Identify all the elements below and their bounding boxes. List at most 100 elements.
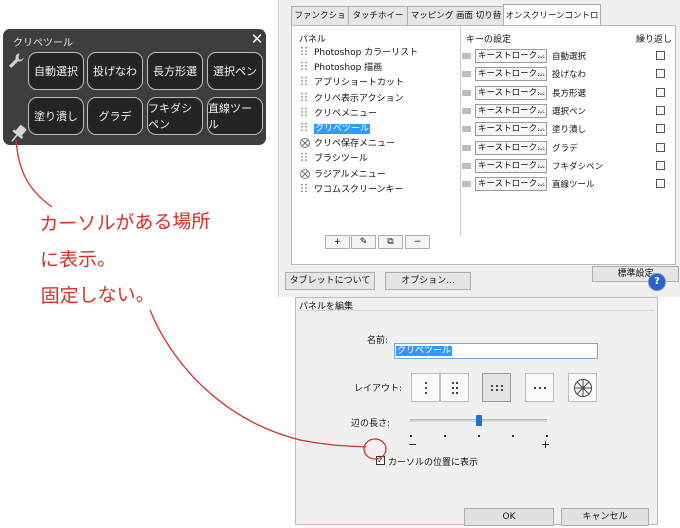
layout-1-column-button[interactable] xyxy=(411,373,440,402)
keystroke-dropdown[interactable]: キーストローク... ⌵ xyxy=(475,122,547,137)
cancel-button[interactable]: キャンセル xyxy=(561,508,649,526)
chevron-down-icon: ⌵ xyxy=(537,105,544,115)
layout-row-icon xyxy=(533,386,546,389)
dots-grid-icon xyxy=(300,182,309,193)
options-button[interactable]: オプション... xyxy=(385,272,471,290)
duplicate-panel-button[interactable]: ⧉ xyxy=(378,235,403,249)
tab-mapping-screen[interactable]: マッピング 画面 切り替え xyxy=(407,6,505,39)
pin-icon[interactable] xyxy=(6,122,30,146)
drag-handle-icon[interactable] xyxy=(462,107,471,114)
panel-list-item[interactable]: ワコムスクリーンキー xyxy=(300,182,404,197)
keystroke-dropdown-value: キーストローク... xyxy=(478,179,546,190)
panel-list-item[interactable]: Photoshop 描画 xyxy=(300,61,382,75)
panel-list-item-label: Photoshop カラーリスト xyxy=(314,48,419,58)
edit-panel-button[interactable]: ✎ xyxy=(351,235,376,249)
chevron-down-icon: ⌵ xyxy=(537,124,544,134)
palette-button-select-pen[interactable]: 選択ペン xyxy=(207,52,263,90)
repeat-checkbox[interactable] xyxy=(656,69,665,79)
chevron-down-icon: ⌵ xyxy=(537,69,544,79)
panel-list-item[interactable]: クリペ表示アクション xyxy=(300,91,404,106)
tab-onscreen-controls[interactable]: オンスクリーンコントロール xyxy=(503,4,601,43)
help-icon[interactable]: ? xyxy=(648,273,666,291)
keystroke-dropdown[interactable]: キーストローク... ⌵ xyxy=(475,158,547,173)
repeat-checkbox[interactable] xyxy=(656,105,665,115)
tab-touch-wheel[interactable]: タッチホイール xyxy=(348,6,408,39)
repeat-checkbox[interactable] xyxy=(656,160,665,170)
drag-handle-icon[interactable] xyxy=(462,71,471,78)
layout-2-column-button[interactable] xyxy=(440,373,469,402)
tablet-settings-window: ファンクションキー タッチホイール マッピング 画面 切り替え オンスクリーンコ… xyxy=(278,0,680,297)
layout-row-button[interactable] xyxy=(525,373,554,402)
panel-list-item-label: Photoshop 描画 xyxy=(314,63,383,74)
layout-radial-button[interactable] xyxy=(568,373,597,402)
name-input[interactable]: クリペツール xyxy=(394,343,598,359)
show-at-cursor-checkbox[interactable]: ✓ xyxy=(376,456,385,465)
repeat-checkbox[interactable] xyxy=(656,142,665,152)
drag-handle-icon[interactable] xyxy=(462,53,471,59)
about-tablet-button[interactable]: タブレットについて xyxy=(285,272,375,290)
wrench-icon[interactable] xyxy=(7,52,25,70)
palette-button-gradient[interactable]: グラデ xyxy=(87,97,143,135)
add-panel-button[interactable]: + xyxy=(325,235,350,249)
repeat-checkbox[interactable] xyxy=(656,179,665,189)
keystroke-dropdown[interactable]: キーストローク... ⌵ xyxy=(475,140,547,155)
drag-handle-icon[interactable] xyxy=(462,126,471,133)
panel-list-item[interactable]: クリペメニュー xyxy=(300,106,378,121)
dots-grid-icon xyxy=(300,122,309,132)
repeat-header: 繰り返し xyxy=(636,35,673,45)
panel-list-item[interactable]: ブラシツール xyxy=(300,152,368,166)
keystroke-dropdown[interactable]: キーストローク... ⌵ xyxy=(475,177,547,192)
keystroke-dropdown-value: キーストローク... xyxy=(478,69,546,80)
show-at-cursor-label: カーソルの位置に表示 xyxy=(388,458,479,468)
keystroke-dropdown[interactable]: キーストローク... ⌵ xyxy=(475,67,547,82)
panel-list-item[interactable]: ラジアルメニュー xyxy=(300,168,386,182)
panel-list-header: パネル xyxy=(299,35,327,45)
slider-thumb[interactable] xyxy=(475,415,482,426)
palette-button-fill[interactable]: 塗り潰し xyxy=(28,97,84,135)
keystroke-dropdown[interactable]: キーストローク... ⌵ xyxy=(475,103,547,118)
layout-grid-icon xyxy=(490,384,503,391)
keystroke-dropdown-value: キーストローク... xyxy=(478,105,546,116)
panel-list-item-label: クリペメニュー xyxy=(314,108,378,119)
tab-function-keys[interactable]: ファンクションキー xyxy=(291,6,349,39)
panel-list-item-label: ラジアルメニュー xyxy=(314,169,386,180)
panel-list-item-label: アプリショートカット xyxy=(314,78,405,89)
default-settings-button[interactable]: 標準設定 xyxy=(592,266,679,282)
remove-panel-button[interactable]: − xyxy=(405,235,430,249)
radial-icon xyxy=(573,378,592,397)
drag-handle-icon[interactable] xyxy=(462,144,471,151)
repeat-checkbox[interactable] xyxy=(656,87,665,97)
drag-handle-icon[interactable] xyxy=(462,89,471,96)
note-line: に表示。 xyxy=(39,248,117,272)
layout-label: レイアウト: xyxy=(354,384,403,394)
drag-handle-icon[interactable] xyxy=(462,181,471,188)
chevron-down-icon: ⌵ xyxy=(537,160,544,170)
palette-button-line-tool[interactable]: 直線ツール xyxy=(207,97,263,135)
drag-handle-icon[interactable] xyxy=(462,162,471,169)
panel-list-item[interactable]: アプリショートカット xyxy=(300,76,404,90)
layout-grid-button[interactable] xyxy=(482,373,511,402)
column-divider xyxy=(460,26,461,236)
dots-grid-icon xyxy=(300,46,309,56)
panel-list-item[interactable]: クリペ保存メニュー xyxy=(300,137,395,151)
edit-panel-dialog: パネルを編集 名前: クリペツール レイアウト: 辺の長さ: − + ✓ カーソ… xyxy=(295,297,658,526)
keystroke-dropdown[interactable]: キーストローク... ⌵ xyxy=(475,85,547,100)
palette-button-auto-select[interactable]: 自動選択 xyxy=(28,52,84,90)
close-icon[interactable]: ✕ xyxy=(249,31,265,47)
palette-button-balloon-pen[interactable]: フキダシペン xyxy=(147,97,203,135)
keystroke-dropdown[interactable]: キーストローク... ⌵ xyxy=(475,49,547,63)
palette-button-lasso[interactable]: 投げなわ xyxy=(87,52,143,90)
onscreen-controls-pane: パネル Photoshop カラーリスト Photoshop 描画アプリショートカ… xyxy=(291,25,679,282)
radial-icon xyxy=(300,138,310,149)
edge-length-label: 辺の長さ: xyxy=(351,419,391,429)
edge-max-label: + xyxy=(541,438,551,451)
panel-list-item-label: クリペ保存メニュー xyxy=(314,139,396,150)
panel-list-item[interactable]: Photoshop カラーリスト xyxy=(300,46,418,60)
palette-button-rect-select[interactable]: 長方形選 xyxy=(147,52,203,90)
floating-tool-palette: クリペツール ✕ 自動選択 投げなわ 長方形選 選択ペン 塗り潰し グラデ フキ… xyxy=(3,29,266,145)
keystroke-dropdown-value: キーストローク... xyxy=(478,51,546,61)
panel-list-item[interactable]: クリペツール xyxy=(300,122,371,136)
repeat-checkbox[interactable] xyxy=(656,51,665,60)
ok-button[interactable]: OK xyxy=(464,508,554,526)
repeat-checkbox[interactable] xyxy=(656,124,665,134)
